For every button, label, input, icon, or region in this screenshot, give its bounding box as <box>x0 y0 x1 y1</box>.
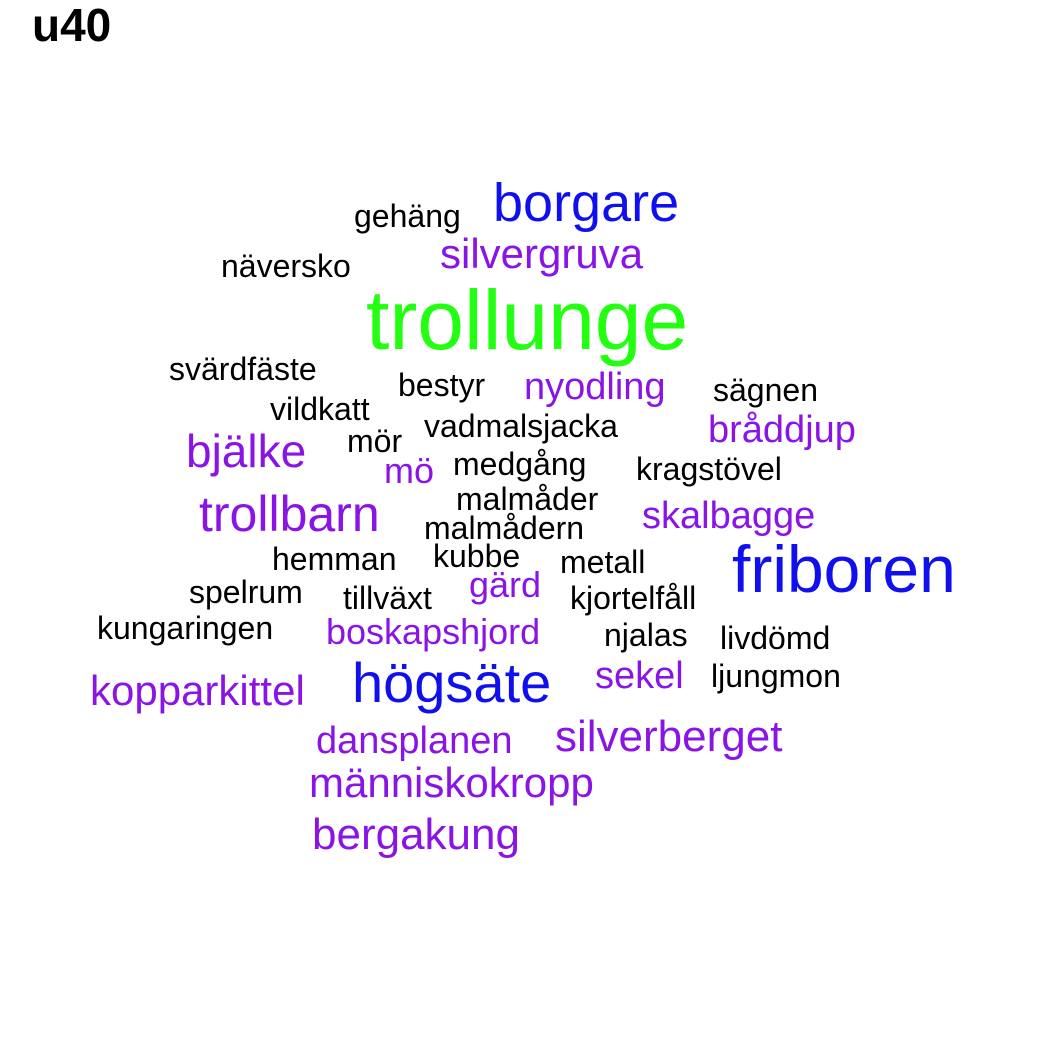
cloud-word: högsäte <box>352 651 552 714</box>
cloud-word: njalas <box>604 617 688 653</box>
cloud-word: näversko <box>221 248 351 284</box>
cloud-word: silvergruva <box>440 230 644 277</box>
cloud-word: kubbe <box>433 538 521 574</box>
cloud-word: kjortelfåll <box>570 580 697 616</box>
cloud-word: metall <box>560 544 646 580</box>
cloud-word: bestyr <box>398 367 486 403</box>
cloud-word: kopparkittel <box>90 667 305 714</box>
cloud-word: spelrum <box>189 574 303 610</box>
cloud-word: kungaringen <box>97 610 274 646</box>
cloud-word: borgare <box>493 173 680 233</box>
cloud-word: skalbagge <box>642 495 816 537</box>
cloud-word: dansplanen <box>316 720 513 762</box>
cloud-word: bråddjup <box>708 409 856 451</box>
cloud-word: mör <box>347 423 403 459</box>
word-cloud: trollunge borgare friboren högsäte silve… <box>0 0 1050 1050</box>
cloud-word: friboren <box>732 532 956 606</box>
cloud-word: bergakung <box>312 810 520 859</box>
cloud-word: tillväxt <box>343 580 432 616</box>
cloud-word: ljungmon <box>711 658 841 694</box>
cloud-word: sekel <box>595 655 684 697</box>
cloud-word: gehäng <box>354 198 461 234</box>
cloud-word: trollunge <box>366 273 689 367</box>
cloud-word: boskapshjord <box>326 611 541 652</box>
cloud-word: sägnen <box>713 372 818 408</box>
cloud-word: bjälke <box>186 425 307 477</box>
cloud-word: medgång <box>453 446 587 482</box>
cloud-word: vadmalsjacka <box>424 408 618 444</box>
cloud-word: trollbarn <box>199 486 380 542</box>
cloud-word: kragstövel <box>636 451 782 487</box>
cloud-word: vildkatt <box>270 391 370 427</box>
cloud-word: svärdfäste <box>169 351 317 387</box>
cloud-word: nyodling <box>524 366 666 408</box>
cloud-word: hemman <box>272 541 397 577</box>
cloud-word: människokropp <box>309 759 594 806</box>
cloud-word: livdömd <box>720 620 831 656</box>
cloud-word: silverberget <box>555 712 783 761</box>
